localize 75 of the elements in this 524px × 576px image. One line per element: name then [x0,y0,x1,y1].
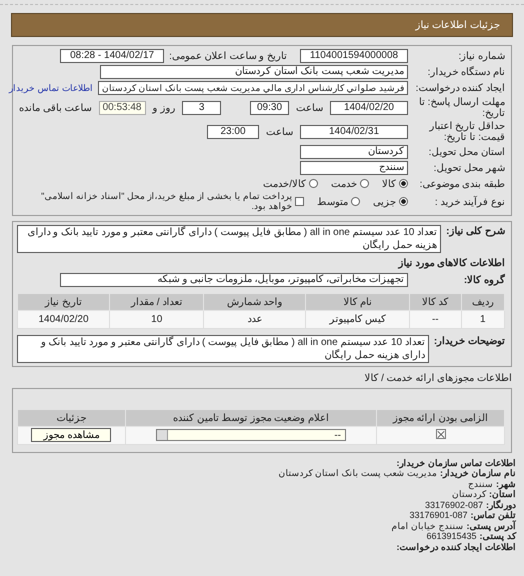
radio-option[interactable]: کالا/خدمت [263,178,318,190]
contact-label: تلفن تماس: [470,510,516,520]
field-label: نوع فرآیند خرید : [434,196,505,208]
field-label: طبقه بندی موضوعی: [418,178,505,190]
value-field: 1104001594000008 [300,49,408,63]
radio-option[interactable]: جزیی [373,196,408,208]
buyer-contact-link[interactable]: اطلاعات تماس خریدار [8,83,93,93]
contact-label: استان: [489,489,516,500]
contact-value: مدیریت شعب پست بانک استان کردستان [278,468,437,479]
table-cell: عدد [204,310,306,328]
contact-heading: اطلاعات تماس سازمان خریدار: [396,458,516,468]
value-field: 1404/02/20 [330,101,408,115]
status-dropdown[interactable]: -- [156,429,346,442]
column-header: تاریخ نیاز [18,293,110,310]
notes-field: تعداد 10 عدد سیستم all in one ( مطابق فایل پیوست ) دارای گارانتی معتبر و مورد تایید بانک و دارای هزینه حمل رایگان [17,334,429,363]
field-label: مهلت ارسال پاسخ: تا تاریخ: [418,97,505,119]
value-field: سنندج [300,161,408,175]
value-field: مدیریت شعب پست بانک استان کردستان [100,65,408,79]
field-label: گروه کالا: [462,274,505,286]
field-label: تاریخ و ساعت اعلان عمومی: [169,50,287,62]
field-label: حداقل تاریخ اعتبار قیمت: تا تاریخ: [428,121,505,143]
contact-label: کد پستی: [480,531,516,542]
value-field: 3 [182,101,222,115]
description-field: تعداد 10 عدد سیستم all in one ( مطابق فایل پیوست ) دارای گارانتی معتبر و مورد تایید بانک و دارای هزینه حمل رایگان [17,224,442,253]
header-title: جزئیات اطلاعات نیاز [415,19,500,31]
value-field: 1404/02/17 - 08:28 [60,49,164,63]
field-label: نام دستگاه خریدار: [426,66,505,78]
field-label: ایجاد کننده درخواست: [414,82,505,94]
contact-label: نام سازمان خریدار: [440,468,516,479]
contact-value: 33176901-087 [409,510,468,521]
column-header: جزئیات [18,409,126,426]
column-header: واحد شمارش [204,293,306,310]
column-header: تعداد / مقدار [110,293,204,310]
field-label: شرح کلی نیاز: [446,224,505,237]
column-header: الزامی بودن ارائه مجوز [376,409,504,426]
radio-option[interactable]: کالا [382,178,408,190]
payment-checkbox[interactable]: پرداخت تمام یا بخشی از مبلغ خرید،از محل "اسناد خزانه اسلامی" خواهد بود. [17,192,304,212]
column-header: ردیف [461,293,504,310]
field-label: توضیحات خریدار: [434,334,505,347]
table-cell: 10 [110,310,204,328]
table-cell: 1404/02/20 [18,310,110,328]
contact-label: دورنگار: [486,500,516,510]
field-label: روز و [152,102,176,114]
value-field: فرشید صلواتي کارشناس اداری مالي مدیریت شعب پست بانک استان کردستان [98,81,408,95]
field-label: استان محل تحویل: [428,146,505,158]
field-label: ساعت باقی مانده [19,102,92,114]
field-label: ساعت [266,126,293,138]
table-cell: -- [409,310,462,328]
column-header: کد کالا [409,293,462,310]
field-label: شماره نیاز: [457,50,505,62]
contact-heading: اطلاعات ایجاد کننده درخواست: [396,542,516,552]
contact-value: سنندج خیابان امام [391,520,464,532]
countdown-field: 00:53:48 [98,101,146,115]
section-heading: اطلاعات کالاهای مورد نیاز [396,256,505,269]
contact-label: شهر: [496,478,516,490]
contact-value: 6613915435 [426,531,476,542]
contact-value: سنندج [468,478,493,490]
value-field: کردستان [300,145,408,159]
radio-option[interactable]: خدمت [331,178,369,190]
table-cell: کیس کامپیوتر [306,310,410,328]
value-field: 1404/02/31 [300,125,408,139]
field-label: شهر محل تحویل: [432,162,505,174]
value-field: تجهیزات مخابراتی، کامپیوتر، موبایل، ملزومات جانبی و شبکه [60,272,408,287]
contact-label: آدرس پستی: [466,520,516,532]
contact-value: کردستان [452,489,486,500]
column-header: نام کالا [306,293,410,310]
table-cell: 1 [461,310,504,328]
view-license-button[interactable]: مشاهده مجوز [31,428,112,442]
field-label: ساعت [296,102,323,114]
contact-value: 33176902-087 [424,500,483,510]
value-field: 23:00 [207,125,259,139]
section-title: اطلاعات مجوزهای ارائه خدمت / کالا [363,372,512,384]
radio-option[interactable]: متوسط [317,196,360,208]
value-field: 09:30 [250,101,289,115]
column-header: اعلام وضعیت مجوز توسط تامین کننده [125,409,377,426]
